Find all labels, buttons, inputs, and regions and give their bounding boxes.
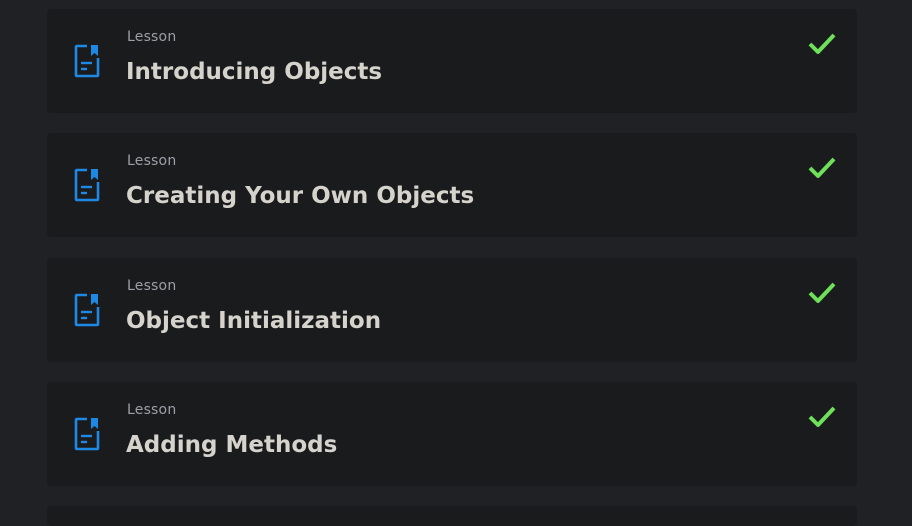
lesson-card[interactable]: Lesson Creating Your Own Objects bbox=[47, 133, 857, 237]
lesson-doc-icon bbox=[74, 417, 100, 451]
lesson-title[interactable]: Adding Methods bbox=[126, 432, 337, 458]
lesson-title[interactable]: Introducing Objects bbox=[126, 59, 382, 85]
lesson-card[interactable]: Lesson Object Initialization bbox=[47, 258, 857, 362]
completed-check-icon bbox=[808, 282, 836, 303]
lesson-kind-label: Lesson bbox=[127, 29, 177, 45]
completed-check-icon bbox=[808, 406, 836, 427]
lesson-kind-label: Lesson bbox=[127, 153, 177, 169]
completed-check-icon bbox=[808, 33, 836, 54]
lesson-card[interactable]: Lesson Introducing Objects bbox=[47, 9, 857, 113]
lesson-card[interactable]: Lesson Adding Methods bbox=[47, 382, 857, 486]
lesson-card-partial[interactable] bbox=[47, 506, 857, 526]
lesson-title[interactable]: Object Initialization bbox=[126, 308, 381, 334]
lesson-kind-label: Lesson bbox=[127, 278, 177, 294]
lesson-doc-icon bbox=[74, 168, 100, 202]
lesson-doc-icon bbox=[74, 44, 100, 78]
lesson-title[interactable]: Creating Your Own Objects bbox=[126, 183, 474, 209]
lesson-doc-icon bbox=[74, 293, 100, 327]
completed-check-icon bbox=[808, 157, 836, 178]
lesson-kind-label: Lesson bbox=[127, 402, 177, 418]
